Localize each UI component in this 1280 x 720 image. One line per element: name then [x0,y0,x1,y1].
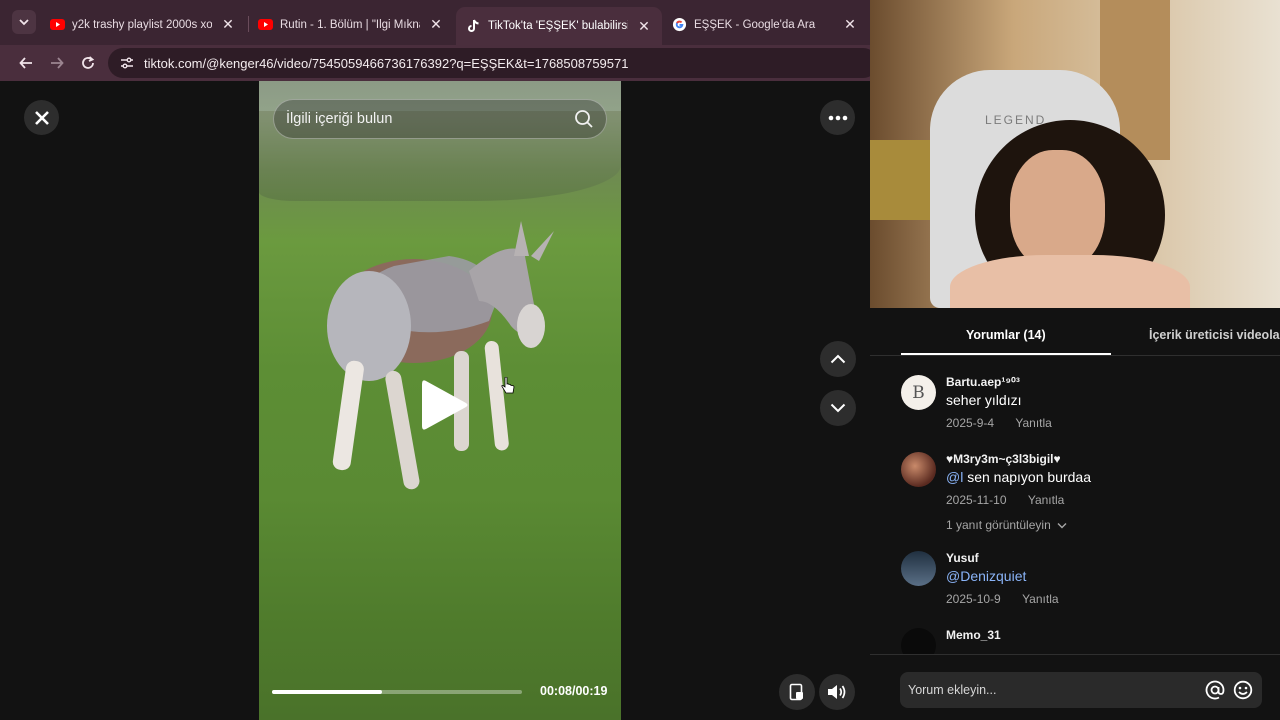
tab-title: Rutin - 1. Bölüm | "İlgi Mıknatısı" [280,18,420,31]
view-replies-label: 1 yanıt görüntüleyin [946,518,1051,532]
video-player[interactable]: İlgili içeriği bulun 00:08/00:19 [259,81,621,720]
tab-youtube-playlist[interactable]: y2k trashy playlist 2000s xoxo! ✕ [40,8,246,41]
tab-youtube-rutin[interactable]: Rutin - 1. Bölüm | "İlgi Mıknatısı" ✕ [248,8,454,41]
tab-comments[interactable]: Yorumlar (14) [966,328,1046,342]
chevron-down-icon [19,19,29,26]
comment-date: 2025-9-4 [946,416,995,430]
picture-in-picture-button[interactable] [779,674,815,710]
video-frame-donkey [327,221,554,490]
tab-search-button[interactable] [12,10,36,34]
avatar[interactable]: B [901,375,936,410]
url-text: tiktok.com/@kenger46/video/7545059466736… [144,55,629,71]
close-icon[interactable]: ✕ [220,16,236,33]
comment-username[interactable]: Bartu.aep¹⁹⁰³ [946,375,1052,389]
comment-username[interactable]: Memo_31 [946,628,1001,642]
related-search-bar[interactable]: İlgili içeriği bulun [273,99,607,139]
play-icon[interactable] [420,377,470,433]
close-icon[interactable]: ✕ [428,16,444,33]
previous-video-button[interactable] [820,341,856,377]
chevron-down-icon [830,403,846,413]
comment-input-placeholder: Yorum ekleyin... [908,683,997,697]
volume-button[interactable] [819,674,855,710]
comment-input[interactable]: Yorum ekleyin... [900,672,1262,708]
webcam-person-shirt [950,255,1190,308]
tab-bar: y2k trashy playlist 2000s xoxo! ✕ Rutin … [0,0,870,45]
tiktok-icon [466,19,481,34]
reply-button[interactable]: Yanıtla [1022,592,1058,606]
reload-button[interactable] [76,51,100,75]
tab-title: TikTok'ta 'EŞŞEK' bulabilirsiniz | T [488,20,628,32]
webcam-pillow [870,140,930,220]
more-horizontal-icon [828,115,847,120]
reload-icon [82,56,95,69]
browser-window: y2k trashy playlist 2000s xoxo! ✕ Rutin … [0,0,878,720]
emoji-icon[interactable] [1232,679,1254,701]
arrow-right-icon [51,57,64,69]
youtube-icon [50,17,65,32]
video-progress-bar[interactable] [272,690,522,694]
avatar[interactable] [901,628,936,654]
tab-google[interactable]: EŞŞEK - Google'da Ara ✕ [662,8,868,41]
comment-date: 2025-11-10 [946,493,1007,507]
reply-button[interactable]: Yanıtla [1028,493,1064,507]
comment-username[interactable]: Yusuf [946,551,1059,565]
search-icon[interactable] [574,109,594,129]
address-bar: tiktok.com/@kenger46/video/7545059466736… [0,45,878,81]
pip-icon [789,683,803,701]
google-icon [672,17,687,32]
forward-button[interactable] [45,51,69,75]
more-options-button[interactable] [820,100,855,135]
video-progress-fill [272,690,382,694]
video-time: 00:08/00:19 [540,684,608,698]
site-settings-icon[interactable] [112,48,142,78]
comment-text: sen napıyon burdaa [963,469,1091,485]
youtube-icon [258,17,273,32]
comments-panel: Yorumlar (14) İçerik üreticisi videoları… [870,308,1280,720]
arrow-left-icon [19,57,32,69]
tab-tiktok[interactable]: TikTok'ta 'EŞŞEK' bulabilirsiniz | T ✕ [456,7,662,45]
close-viewer-button[interactable] [24,100,59,135]
related-search-placeholder: İlgili içeriği bulun [286,111,393,127]
url-bar[interactable]: tiktok.com/@kenger46/video/7545059466736… [108,48,878,78]
close-icon [34,110,49,125]
comment-username[interactable]: ♥M3ry3m~ç3l3bigil♥ [946,452,1091,466]
mention-icon[interactable] [1204,679,1226,701]
comment-item: Memo_31 [901,628,1271,654]
next-video-button[interactable] [820,390,856,426]
video-viewer: İlgili içeriği bulun 00:08/00:19 [0,81,870,720]
hand-cursor-icon [501,377,515,394]
chevron-down-icon [1057,522,1067,528]
comment-mention[interactable]: @Denizquiet [946,568,1026,584]
tabs-divider [870,355,1280,356]
volume-icon [828,685,846,699]
webcam-person-face [1010,150,1105,270]
view-replies-button[interactable]: 1 yanıt görüntüleyin [946,518,1091,532]
close-icon[interactable]: ✕ [636,18,652,34]
comment-mention[interactable]: @l [946,469,963,485]
tab-title: EŞŞEK - Google'da Ara [694,18,816,31]
comment-composer: Yorum ekleyin... [870,654,1280,720]
comments-tabs: Yorumlar (14) İçerik üreticisi videoları [870,308,1280,356]
comment-date: 2025-10-9 [946,592,1001,606]
tab-title: y2k trashy playlist 2000s xoxo! [72,18,212,31]
avatar-letter: B [912,382,925,403]
reply-button[interactable]: Yanıtla [1015,416,1051,430]
avatar[interactable] [901,452,936,487]
webcam-overlay: LEGEND [870,0,1280,308]
back-button[interactable] [14,51,38,75]
comment-text: seher yıldızı [946,392,1022,408]
avatar[interactable] [901,551,936,586]
close-icon[interactable]: ✕ [842,16,858,33]
chevron-up-icon [830,354,846,364]
tab-creator-videos[interactable]: İçerik üreticisi videoları [1149,328,1280,342]
